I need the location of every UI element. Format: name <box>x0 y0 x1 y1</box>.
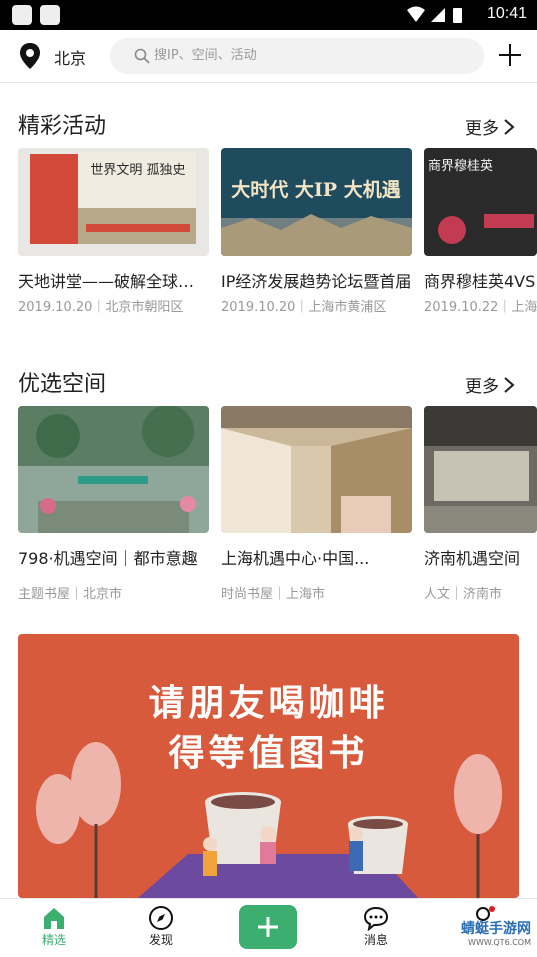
notification-icon <box>12 5 32 25</box>
watermark: 蜻蜓手游网 WWW.QT6.COM <box>461 918 531 947</box>
home-icon <box>44 908 64 929</box>
publish-button[interactable] <box>239 905 297 949</box>
add-button[interactable] <box>495 40 525 70</box>
search-placeholder: 搜IP、空间、活动 <box>154 48 257 63</box>
location-pin-icon[interactable] <box>18 42 42 70</box>
image-text: 商界穆桂英 <box>428 159 493 174</box>
bottom-tab-bar: 精选 发现 消息 <box>0 898 537 957</box>
activity-image: 商界穆桂英 <box>424 148 537 256</box>
activity-card[interactable]: 世界文明 孤独史 天地讲堂——破解全球发展之谜 2019.10.20｜北京市朝阳… <box>18 148 209 315</box>
signal-wifi-battery-icon <box>407 6 462 23</box>
section-title-spaces: 优选空间 <box>18 372 107 397</box>
more-label: 更多 <box>465 119 499 139</box>
image-text: 世界文明 孤独史 <box>90 163 185 178</box>
search-icon <box>134 48 150 64</box>
chevron-right-icon <box>504 376 515 393</box>
space-title: 济南机遇空间 <box>424 549 521 568</box>
compass-icon <box>149 906 173 930</box>
watermark-url: WWW.QT6.COM <box>468 938 531 947</box>
tab-label: 精选 <box>41 933 66 947</box>
plus-icon <box>258 917 278 937</box>
tab-label: 发现 <box>148 933 173 947</box>
message-icon <box>363 906 389 931</box>
city-selector[interactable]: 北京 <box>54 45 86 69</box>
notification-icon <box>40 5 60 25</box>
banner-illustration <box>36 742 502 898</box>
image-text: 大时代 大IP 大机遇 <box>231 178 400 201</box>
activity-title: 商界穆桂英4VS <box>424 272 536 291</box>
space-image <box>424 406 537 533</box>
space-title: 798·机遇空间｜都市意趣 <box>18 549 198 568</box>
tab-featured[interactable]: 精选 <box>19 905 89 948</box>
activities-more-link[interactable]: 更多 <box>465 114 515 139</box>
status-bar: 10:41 <box>0 0 537 30</box>
activity-card[interactable]: 大时代 大IP 大机遇 IP经济发展趋势论坛暨首届 2019.10.20｜上海市… <box>221 148 412 315</box>
promo-banner[interactable]: 请朋友喝咖啡 得等值图书 <box>18 634 519 898</box>
tab-label: 消息 <box>363 933 388 947</box>
space-card[interactable]: 上海机遇中心·中国... 时尚书屋｜上海市 <box>221 406 412 602</box>
chevron-right-icon <box>504 118 515 135</box>
activity-title: IP经济发展趋势论坛暨首届 <box>221 272 412 291</box>
tab-discover[interactable]: 发现 <box>126 905 196 948</box>
space-meta: 时尚书屋｜上海市 <box>221 587 326 602</box>
more-label: 更多 <box>465 377 499 397</box>
activity-meta: 2019.10.20｜上海市黄浦区 <box>221 300 387 315</box>
spaces-more-link[interactable]: 更多 <box>465 372 515 397</box>
search-input[interactable]: 搜IP、空间、活动 <box>110 38 484 74</box>
activity-image: 大时代 大IP 大机遇 <box>221 148 412 256</box>
space-meta: 主题书屋｜北京市 <box>18 587 123 602</box>
space-meta: 人文｜济南市 <box>424 587 503 602</box>
space-card[interactable]: 798·机遇空间｜都市意趣 主题书屋｜北京市 <box>18 406 209 602</box>
space-image <box>18 406 209 533</box>
top-bar: 北京 搜IP、空间、活动 <box>0 30 537 83</box>
activity-title: 天地讲堂——破解全球发展之谜 <box>18 272 209 291</box>
activity-meta: 2019.10.20｜北京市朝阳区 <box>18 300 184 315</box>
watermark-text: 蜻蜓手游网 <box>461 921 531 937</box>
space-title: 上海机遇中心·中国... <box>221 549 370 568</box>
activity-image: 世界文明 孤独史 <box>18 148 209 256</box>
space-card[interactable]: 济南机遇空间 人文｜济南市 <box>424 406 537 602</box>
activity-card[interactable]: 商界穆桂英 商界穆桂英4VS 2019.10.22｜上海 <box>424 148 537 315</box>
activity-meta: 2019.10.22｜上海 <box>424 300 537 315</box>
tab-messages[interactable]: 消息 <box>341 905 411 948</box>
section-title-activities: 精彩活动 <box>18 114 107 139</box>
clock: 10:41 <box>486 5 527 22</box>
space-image <box>221 406 412 533</box>
